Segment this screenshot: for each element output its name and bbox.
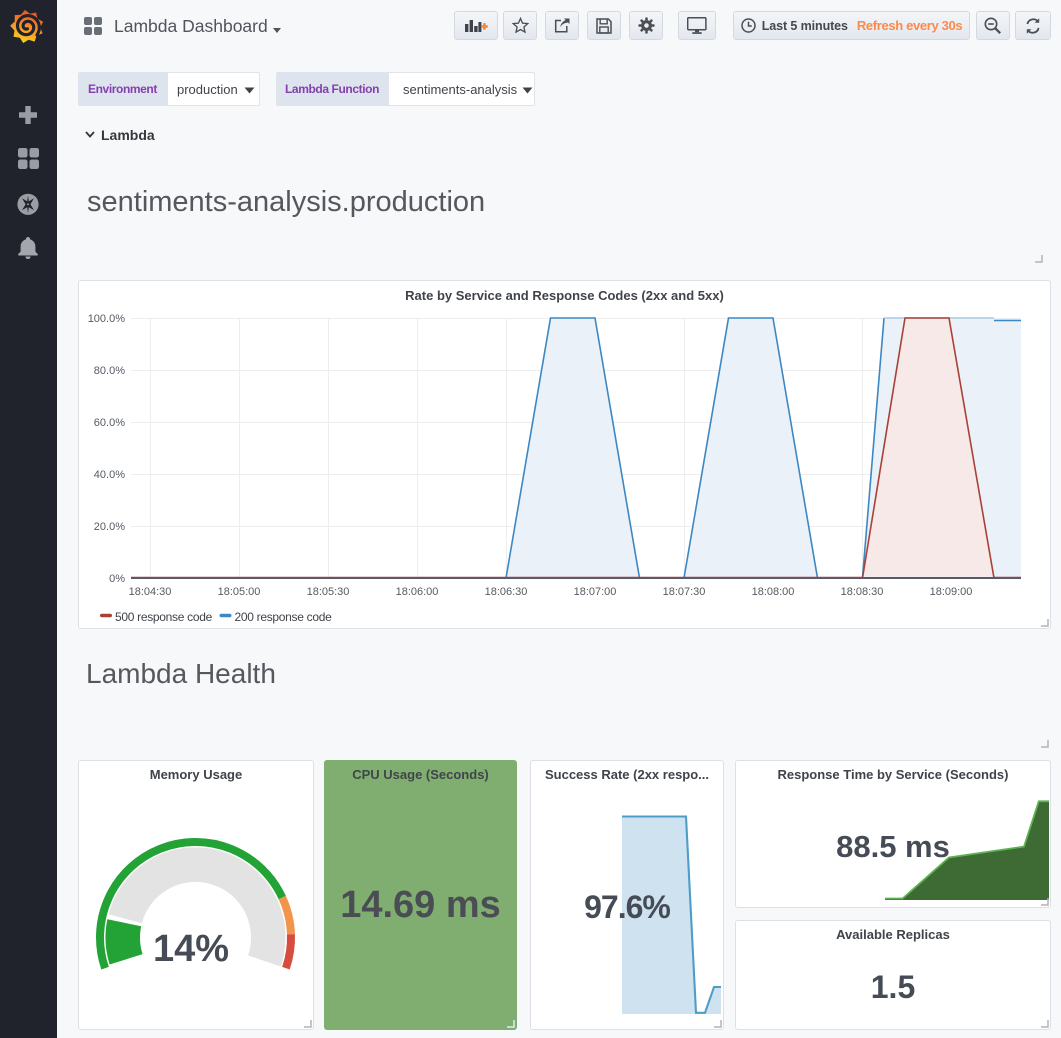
- svg-text:18:05:30: 18:05:30: [307, 586, 350, 598]
- svg-text:80.0%: 80.0%: [94, 365, 125, 377]
- svg-text:500 response code: 500 response code: [115, 610, 213, 624]
- svg-text:18:07:00: 18:07:00: [574, 586, 617, 598]
- svg-text:18:09:00: 18:09:00: [930, 586, 973, 598]
- svg-text:18:04:30: 18:04:30: [129, 586, 172, 598]
- svg-text:18:07:30: 18:07:30: [663, 586, 706, 598]
- svg-text:200 response code: 200 response code: [235, 610, 333, 624]
- svg-text:18:05:00: 18:05:00: [218, 586, 261, 598]
- svg-text:18:06:00: 18:06:00: [396, 586, 439, 598]
- svg-text:40.0%: 40.0%: [94, 469, 125, 481]
- svg-text:18:08:30: 18:08:30: [841, 586, 884, 598]
- svg-text:100.0%: 100.0%: [88, 313, 126, 325]
- svg-text:60.0%: 60.0%: [94, 417, 125, 429]
- svg-text:18:08:00: 18:08:00: [752, 586, 795, 598]
- svg-text:20.0%: 20.0%: [94, 521, 125, 533]
- svg-text:18:06:30: 18:06:30: [485, 586, 528, 598]
- svg-text:0%: 0%: [109, 573, 125, 585]
